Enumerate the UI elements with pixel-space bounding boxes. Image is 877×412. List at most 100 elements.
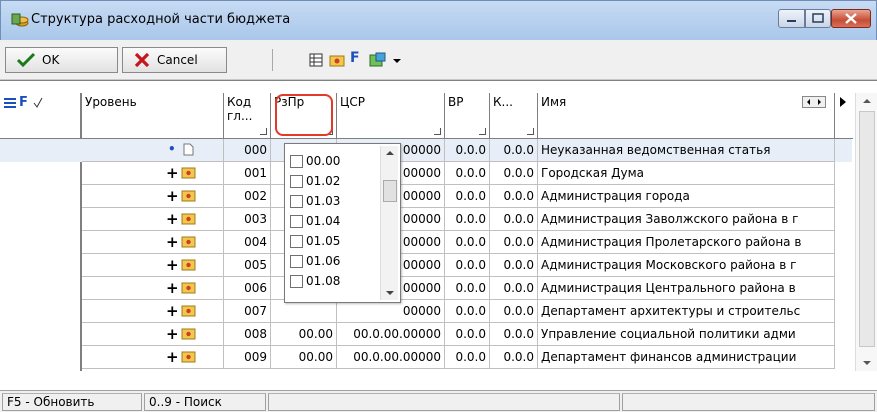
filter-option[interactable]: 01.05 [290,234,340,248]
vr-cell: 0.0.0 [445,162,490,185]
k-cell: 0.0.0 [490,254,538,277]
filter-option-label: 01.03 [306,194,341,208]
status-panel [268,393,620,411]
vr-cell: 0.0.0 [445,208,490,231]
column-header-k[interactable]: К... [490,93,538,139]
close-button[interactable] [831,9,871,28]
data-grid: F Уровень Код гл... РзПр ЦСР ВР К... Имя… [0,80,877,390]
k-cell: 0.0.0 [490,300,538,323]
level-cell: + [82,231,224,254]
rzpr-filter-dropdown: 00.00 01.02 01.03 01.04 01.05 01.06 01.08 [284,143,401,303]
filter-scroll-up-icon[interactable] [381,146,399,160]
expand-plus-icon[interactable]: + [166,327,179,342]
filter-option[interactable]: 01.04 [290,214,340,228]
filter-scroll-thumb[interactable] [383,180,397,202]
k-cell: 0.0.0 [490,208,538,231]
scroll-columns-icon[interactable] [802,96,826,108]
k-cell: 0.0.0 [490,231,538,254]
status-bar: F5 - Обновить 0..9 - Поиск [0,390,877,412]
sort-indicator [479,128,486,135]
filter-checkbox[interactable] [290,254,303,268]
k-header-label: К... [493,95,513,109]
filter-option[interactable]: 01.03 [290,194,340,208]
table-row[interactable]: • 000 00000 0.0.0 0.0.0 Неуказанная ведомстве… [0,139,852,162]
maximize-button[interactable] [805,9,831,28]
close-icon [845,13,857,24]
rzpr-cell: 00.00 [271,323,337,346]
column-header-level[interactable]: Уровень [82,93,224,139]
cancel-button[interactable]: Cancel [122,47,227,73]
minimize-button[interactable] [778,9,805,28]
level-cell: + [82,346,224,369]
vr-cell: 0.0.0 [445,346,490,369]
column-nav-right[interactable] [835,93,853,139]
table-row[interactable]: +005 00000 0.0.0 0.0.0 Администрация Московс… [0,254,852,277]
column-chooser-icon [4,98,16,108]
kod-cell: 006 [224,277,271,300]
filter-option[interactable]: 01.08 [290,274,340,288]
scroll-down-icon[interactable] [856,355,877,371]
grid-corner-header[interactable]: F [0,93,82,139]
filter-checkbox[interactable] [290,234,303,248]
document-icon [183,143,194,156]
filter-scrollbar[interactable] [380,146,398,300]
column-header-name[interactable]: Имя [538,93,835,139]
filter-checkbox[interactable] [290,274,303,288]
scrollbar-thumb[interactable] [859,111,875,347]
folder-icon [181,236,196,248]
folder-icon [181,167,196,179]
name-cell: Управление социальной политики адми [538,323,835,346]
filter-option-label: 00.00 [306,154,341,168]
name-cell: Администрация Московского района в г [538,254,835,277]
table-row[interactable]: +003 00000 0.0.0 0.0.0 Администрация Заволжс… [0,208,852,231]
dropdown-arrow-icon[interactable] [392,52,402,68]
filter-option[interactable]: 01.06 [290,254,340,268]
expand-plus-icon[interactable]: + [166,166,179,181]
cancel-x-icon [134,52,150,68]
kod-cell: 007 [224,300,271,323]
filter-option-label: 01.05 [306,234,341,248]
ok-button[interactable]: OK [5,47,118,73]
table-row[interactable]: +008 00.00 00.0.00.00000 0.0.0 0.0.0 Управлен… [0,323,852,346]
folder-icon [181,351,196,363]
k-cell: 0.0.0 [490,185,538,208]
vr-cell: 0.0.0 [445,323,490,346]
column-header-kod[interactable]: Код гл... [224,93,271,139]
k-cell: 0.0.0 [490,277,538,300]
grid-settings-icon[interactable] [368,52,388,68]
scroll-up-icon[interactable] [856,93,877,109]
k-cell: 0.0.0 [490,346,538,369]
folder-tree-icon[interactable] [329,52,345,68]
expand-plus-icon[interactable]: + [166,212,179,227]
vertical-scrollbar[interactable] [855,93,877,371]
filter-checkbox[interactable] [290,194,303,208]
cancel-label: Cancel [157,53,198,67]
minimize-icon [787,20,796,22]
expand-plus-icon[interactable]: + [166,258,179,273]
table-row[interactable]: +009 00.00 00.0.00.00000 0.0.0 0.0.0 Департам… [0,346,852,369]
filter-checkbox[interactable] [290,174,303,188]
table-row[interactable]: +006 00000 0.0.0 0.0.0 Администрация Централ… [0,277,852,300]
vr-cell: 0.0.0 [445,231,490,254]
table-row[interactable]: +002 00000 0.0.0 0.0.0 Администрация города [0,185,852,208]
expand-plus-icon[interactable]: + [166,350,179,365]
filter-option[interactable]: 01.02 [290,174,340,188]
column-header-vr[interactable]: ВР [445,93,490,139]
sort-indicator [527,128,534,135]
expand-plus-icon[interactable]: + [166,189,179,204]
name-cell: Департамент архитектуры и строительс [538,300,835,323]
filter-checkbox[interactable] [290,154,303,168]
table-row[interactable]: +007 00000 0.0.0 0.0.0 Департамент архитекту… [0,300,852,323]
filter-f-button[interactable]: F [350,50,362,66]
column-header-csr[interactable]: ЦСР [337,93,445,139]
expand-plus-icon[interactable]: + [166,235,179,250]
table-view-icon[interactable] [308,52,324,68]
expand-plus-icon[interactable]: + [166,281,179,296]
filter-checkbox[interactable] [290,214,303,228]
expand-plus-icon[interactable]: + [166,304,179,319]
filter-scroll-down-icon[interactable] [381,286,399,300]
filter-option[interactable]: 00.00 [290,154,340,168]
table-row[interactable]: +001 00000 0.0.0 0.0.0 Городская Дума [0,162,852,185]
table-row[interactable]: +004 00000 0.0.0 0.0.0 Администрация Пролета… [0,231,852,254]
budget-coins-icon [11,13,29,27]
